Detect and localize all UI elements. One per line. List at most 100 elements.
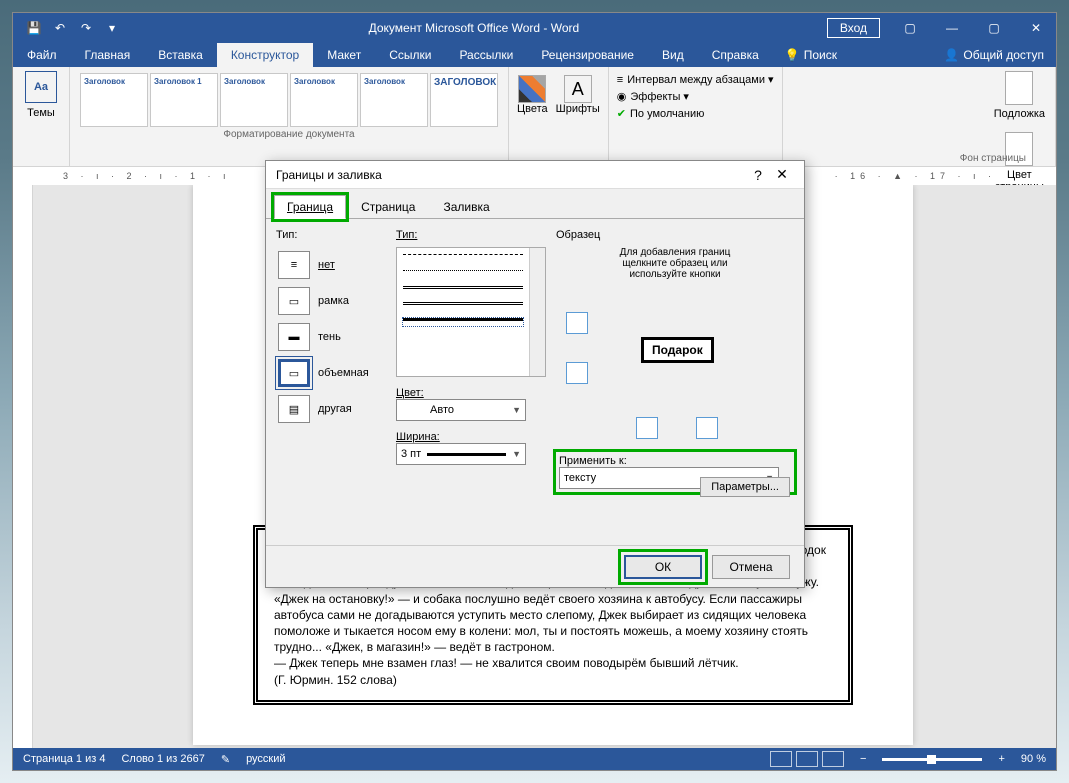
style-scrollbar[interactable] [529,248,545,376]
border-right-button[interactable] [696,417,718,439]
width-label: Ширина: [396,431,546,443]
line-style-item[interactable] [403,302,523,310]
line-style-item[interactable] [403,270,523,278]
tab-page[interactable]: Страница [348,195,428,219]
fonts-icon: А [564,75,592,103]
print-layout-icon[interactable] [796,751,818,767]
tab-shading[interactable]: Заливка [430,195,502,219]
menu-insert[interactable]: Вставка [144,43,217,67]
border-left-button[interactable] [636,417,658,439]
window-title: Документ Microsoft Office Word - Word [121,21,827,35]
menu-mailings[interactable]: Рассылки [445,43,527,67]
menubar: Файл Главная Вставка Конструктор Макет С… [13,43,1056,67]
border-bottom-button[interactable] [566,362,588,384]
check-icon: ✔ [617,107,626,120]
themes-button[interactable]: Aa Темы [21,71,61,119]
zoom-slider[interactable] [882,758,982,761]
color-combo[interactable]: Авто▼ [396,399,526,421]
style-item[interactable]: Заголовок [290,73,358,127]
ribbon-options-icon[interactable]: ▢ [890,13,930,43]
status-lang[interactable]: русский [246,753,285,765]
vertical-ruler[interactable] [13,185,33,748]
dialog-titlebar: Границы и заливка ? ✕ [266,161,804,189]
type-shadow[interactable]: ▬тень [276,319,386,355]
set-default-button[interactable]: ✔По умолчанию [617,105,774,122]
line-style-item[interactable] [403,254,523,262]
preview-area: Подарок [556,292,794,442]
menu-design[interactable]: Конструктор [217,43,313,67]
menu-view[interactable]: Вид [648,43,698,67]
ruler-left: 3 · ı · 2 · ı · 1 · ı [63,171,231,181]
style-label: Тип: [396,229,546,241]
spellcheck-icon[interactable]: ✎ [221,753,230,766]
style-item[interactable]: Заголовок [360,73,428,127]
width-combo[interactable]: 3 пт▼ [396,443,526,465]
menu-home[interactable]: Главная [71,43,145,67]
type-none[interactable]: ≡нет [276,247,386,283]
type-3d[interactable]: ▭объемная [276,355,386,391]
statusbar: Страница 1 из 4 Слово 1 из 2667 ✎ русски… [13,748,1056,770]
type-shadow-icon: ▬ [278,323,310,351]
doc-format-label: Форматирование документа [78,129,500,140]
undo-icon[interactable]: ↶ [51,19,69,37]
close-icon[interactable]: ✕ [1016,13,1056,43]
cancel-button[interactable]: Отмена [712,555,790,579]
dialog-tabs: Граница Страница Заливка [266,189,804,219]
watermark-button[interactable]: Подложка [994,71,1045,120]
effects-icon: ◉ [617,90,627,103]
style-item[interactable]: Заголовок 1 [150,73,218,127]
chevron-down-icon: ▼ [512,405,521,415]
zoom-in-icon[interactable]: + [998,753,1004,765]
dialog-body: Тип: ≡нет ▭рамка ▬тень ▭объемная ▤другая… [266,218,804,545]
params-button[interactable]: Параметры... [700,477,790,497]
dialog-title: Границы и заливка [276,168,746,182]
style-listbox[interactable] [396,247,546,377]
effects-button[interactable]: ◉Эффекты ▾ [617,88,774,105]
menu-file[interactable]: Файл [13,43,71,67]
fonts-button[interactable]: А Шрифты [556,75,600,115]
status-words[interactable]: Слово 1 из 2667 [121,753,204,765]
menu-share[interactable]: 👤 Общий доступ [932,43,1056,67]
menu-review[interactable]: Рецензирование [527,43,648,67]
page-bg-label: Фон страницы [960,153,1026,164]
ok-button[interactable]: ОК [624,555,702,579]
border-top-button[interactable] [566,312,588,334]
type-box-icon: ▭ [278,287,310,315]
tab-border[interactable]: Граница [274,195,346,219]
maximize-icon[interactable]: ▢ [974,13,1014,43]
dialog-close-icon[interactable]: ✕ [770,166,794,183]
colors-button[interactable]: Цвета [517,75,548,115]
quick-access-toolbar: 💾 ↶ ↷ ▾ [13,19,121,37]
type-box[interactable]: ▭рамка [276,283,386,319]
minimize-icon[interactable]: — [932,13,972,43]
paragraph-spacing-button[interactable]: ≡Интервал между абзацами ▾ [617,71,774,88]
zoom-out-icon[interactable]: − [860,753,866,765]
window-controls: Вход ▢ — ▢ ✕ [827,13,1056,43]
themes-icon: Aa [25,71,57,103]
style-gallery[interactable]: Заголовок Заголовок 1 Заголовок Заголово… [78,71,500,129]
read-mode-icon[interactable] [770,751,792,767]
style-item[interactable]: Заголовок [220,73,288,127]
preview-sample: Подарок [641,337,714,363]
line-style-item-selected[interactable] [403,318,523,326]
titlebar: 💾 ↶ ↷ ▾ Документ Microsoft Office Word -… [13,13,1056,43]
menu-help[interactable]: Справка [698,43,773,67]
status-page[interactable]: Страница 1 из 4 [23,753,105,765]
redo-icon[interactable]: ↷ [77,19,95,37]
color-label: Цвет: [396,387,546,399]
zoom-level[interactable]: 90 % [1021,753,1046,765]
qat-dropdown-icon[interactable]: ▾ [103,19,121,37]
style-item[interactable]: Заголовок [80,73,148,127]
menu-references[interactable]: Ссылки [375,43,445,67]
save-icon[interactable]: 💾 [25,19,43,37]
line-style-item[interactable] [403,286,523,294]
type-custom[interactable]: ▤другая [276,391,386,427]
dialog-help-icon[interactable]: ? [746,167,770,183]
signin-button[interactable]: Вход [827,18,880,38]
web-layout-icon[interactable] [822,751,844,767]
type-label: Тип: [276,229,386,241]
style-item[interactable]: ЗАГОЛОВОК [430,73,498,127]
menu-search[interactable]: 💡 Поиск [773,43,849,67]
menu-layout[interactable]: Макет [313,43,375,67]
type-none-icon: ≡ [278,251,310,279]
